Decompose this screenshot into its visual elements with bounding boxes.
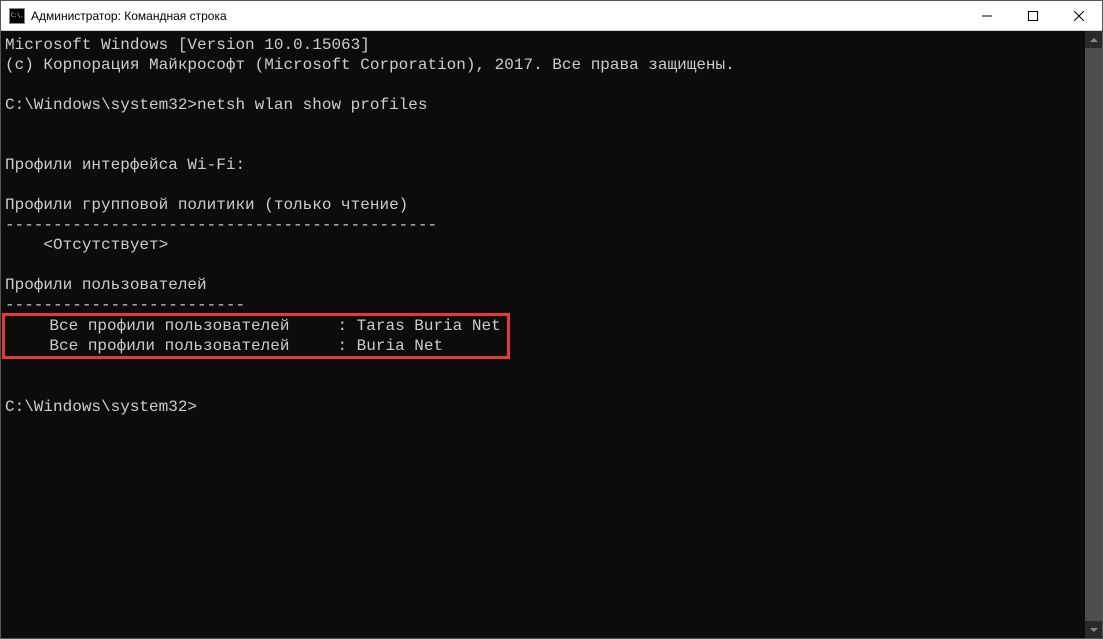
interface-heading: Профили интерфейса Wi-Fi: — [5, 156, 245, 174]
group-policy-heading: Профили групповой политики (только чтени… — [5, 196, 408, 214]
minimize-button[interactable] — [964, 1, 1010, 30]
copyright-line: (c) Корпорация Майкрософт (Microsoft Cor… — [5, 56, 735, 74]
chevron-down-icon — [1090, 628, 1098, 632]
close-icon — [1074, 11, 1084, 21]
window-title: Администратор: Командная строка — [31, 9, 227, 23]
window-controls — [964, 1, 1102, 30]
version-line: Microsoft Windows [Version 10.0.15063] — [5, 36, 370, 54]
terminal-output[interactable]: Microsoft Windows [Version 10.0.15063] (… — [1, 31, 1085, 638]
highlight-box: Все профили пользователей : Taras Buria … — [2, 313, 510, 359]
user-profiles-heading: Профили пользователей — [5, 276, 207, 294]
prompt-path: C:\Windows\system32> — [5, 398, 197, 416]
scroll-down-arrow[interactable] — [1085, 621, 1102, 638]
scrollbar-track[interactable] — [1085, 48, 1102, 621]
chevron-up-icon — [1090, 38, 1098, 42]
maximize-button[interactable] — [1010, 1, 1056, 30]
scrollbar-thumb[interactable] — [1085, 48, 1102, 621]
titlebar[interactable]: C:\. Администратор: Командная строка — [1, 1, 1102, 31]
dashes: ----------------------------------------… — [5, 216, 437, 234]
scroll-up-arrow[interactable] — [1085, 31, 1102, 48]
cmd-icon: C:\. — [9, 8, 25, 24]
minimize-icon — [982, 11, 992, 21]
group-none: <Отсутствует> — [5, 236, 168, 254]
prompt-command: netsh wlan show profiles — [197, 96, 427, 114]
dashes: ------------------------- — [5, 296, 245, 314]
maximize-icon — [1028, 11, 1038, 21]
cmd-window: C:\. Администратор: Командная строка Mic… — [0, 0, 1103, 639]
profile-row: Все профили пользователей : Taras Buria … — [11, 317, 501, 335]
vertical-scrollbar[interactable] — [1085, 31, 1102, 638]
profile-row: Все профили пользователей : Buria Net — [11, 337, 443, 355]
prompt-path: C:\Windows\system32> — [5, 96, 197, 114]
content-area: Microsoft Windows [Version 10.0.15063] (… — [1, 31, 1102, 638]
close-button[interactable] — [1056, 1, 1102, 30]
